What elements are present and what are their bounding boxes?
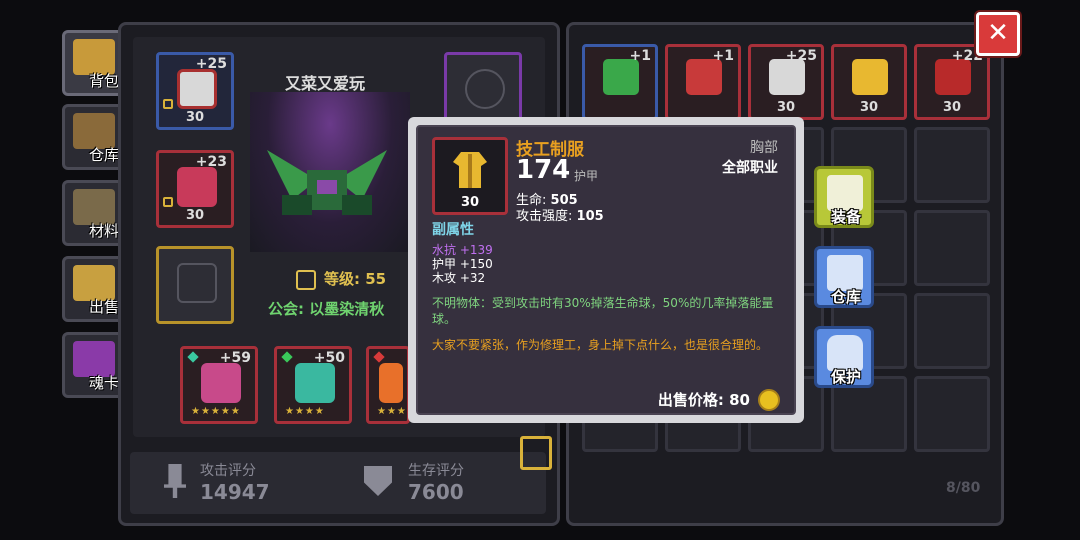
equip-slot-level: 30: [185, 110, 205, 125]
tab-material[interactable]: 材料: [62, 180, 126, 246]
item-tooltip: 30 技工制服 174 护甲 胸部 全部职业 生命: 505 攻击强度: 105…: [408, 117, 804, 423]
gem-icon: [373, 351, 385, 363]
inventory-slot-plus: +1: [629, 48, 651, 64]
inventory-slot[interactable]: 30: [831, 44, 907, 120]
survival-shield-icon: [364, 466, 392, 496]
equip-slot-level: 30: [185, 208, 205, 223]
warehouse-button-label: 仓库: [831, 288, 862, 306]
white-red-helmet-icon: [769, 59, 805, 95]
inventory-slot-plus: +25: [785, 48, 817, 64]
protect-button[interactable]: 保护: [814, 326, 874, 388]
gem-icon: [281, 351, 293, 363]
tab-warehouse[interactable]: 仓库: [62, 104, 126, 170]
inventory-slot-plus: +1: [712, 48, 734, 64]
survival-score-label: 生存评分: [408, 463, 464, 479]
yellow-uniform-icon: [852, 59, 888, 95]
attack-score-value: 14947: [200, 480, 270, 504]
item-tooltip-body: 30 技工制服 174 护甲 胸部 全部职业 生命: 505 攻击强度: 105…: [416, 125, 796, 415]
survival-score-value: 7600: [408, 480, 464, 504]
weapon-slot-1[interactable]: +59 ★★★★★: [180, 346, 258, 424]
protect-button-label: 保护: [831, 368, 862, 386]
inventory-slot[interactable]: [914, 127, 990, 203]
inventory-slot[interactable]: +1: [582, 44, 658, 120]
equip-button-label: 装备: [831, 208, 862, 226]
axe-icon: [201, 363, 241, 403]
weapon-stars: ★★★★★: [191, 406, 241, 417]
attack-score-label: 攻击评分: [200, 463, 256, 479]
tooltip-item-class: 全部职业: [722, 160, 778, 176]
inventory-slot[interactable]: +1: [665, 44, 741, 120]
skull-helmet-icon: [177, 69, 217, 109]
inventory-slot[interactable]: [914, 293, 990, 369]
green-sword-icon: [603, 59, 639, 95]
tooltip-sell-price: 出售价格: 80: [657, 391, 750, 409]
lock-icon: [163, 197, 173, 207]
player-level-text: 等级: 55: [324, 270, 387, 288]
tab-material-label: 材料: [88, 222, 119, 240]
inventory-slot[interactable]: [914, 376, 990, 452]
tooltip-item-box: 30: [432, 137, 508, 215]
weapon-slot-2[interactable]: +50 ★★★★: [274, 346, 352, 424]
tooltip-item-power: 174: [516, 155, 571, 185]
attack-sword-icon: [164, 464, 186, 498]
weapon-stars: ★★★: [377, 406, 407, 417]
red-cape-icon: [177, 167, 217, 207]
inventory-count: 8/80: [946, 480, 981, 496]
level-badge-icon: [296, 269, 316, 290]
tab-sell-label: 出售: [88, 298, 119, 316]
tab-sell[interactable]: 出售: [62, 256, 126, 322]
equip-slot-cape[interactable]: +23 30: [156, 150, 234, 228]
tab-soul-card-label: 魂卡: [88, 374, 119, 392]
stat-label: 攻击强度:: [516, 209, 573, 224]
tab-backpack[interactable]: 背包: [62, 30, 126, 96]
hero-sprite-icon: [267, 150, 387, 215]
inventory-slot-level: 30: [776, 100, 796, 115]
equip-slot-helmet[interactable]: +25 30: [156, 52, 234, 130]
tooltip-power-label: 护甲: [574, 169, 599, 183]
lock-icon: [163, 99, 173, 109]
empty-armor-slot-icon: [177, 263, 217, 303]
tab-warehouse-label: 仓库: [88, 146, 119, 164]
coin-icon: [758, 389, 780, 411]
red-necklace-icon: [935, 59, 971, 95]
tooltip-flavor: 大家不要紧张，作为修理工，身上掉下点什么，也是很合理的。: [432, 338, 769, 352]
tooltip-item-level: 30: [460, 195, 480, 210]
fire-weapon-icon: [379, 363, 403, 403]
warehouse-button[interactable]: 仓库: [814, 246, 874, 308]
tooltip-item-slot: 胸部: [750, 140, 778, 156]
inventory-slot-level: 30: [942, 100, 962, 115]
weapon-slot-3[interactable]: ★★★: [366, 346, 410, 424]
tab-soul-card[interactable]: 魂卡: [62, 332, 126, 398]
weapon-stars: ★★★★: [285, 406, 325, 417]
yellow-uniform-icon: [453, 152, 487, 188]
tab-backpack-label: 背包: [88, 72, 119, 90]
tooltip-effect: 不明物体：受到攻击时有30%掉落生命球，50%的几率掉落能量球。: [432, 296, 774, 326]
inventory-slot-level: 30: [859, 100, 879, 115]
close-button[interactable]: ✕: [976, 12, 1020, 56]
tooltip-sub-title: 副属性: [432, 222, 474, 238]
gem-icon: [187, 351, 199, 363]
empty-accessory-slot-icon: [465, 69, 505, 109]
game-screen: 背包 仓库 材料 出售 魂卡 +25 30 +23 30 又菜又爱玩 等级: 5…: [0, 0, 1080, 540]
tooltip-stat-attack: 攻击强度: 105: [516, 205, 604, 224]
equip-slot-armor-empty[interactable]: [156, 246, 234, 324]
stat-value: 105: [576, 209, 604, 224]
blade-icon: [295, 363, 335, 403]
inventory-slot[interactable]: [914, 210, 990, 286]
document-icon[interactable]: [520, 436, 552, 470]
score-bar: 攻击评分 14947 生存评分 7600: [130, 452, 546, 514]
player-name: 又菜又爱玩: [285, 74, 366, 93]
inventory-slot[interactable]: +25 30: [748, 44, 824, 120]
guild-name: 公会: 以墨染清秋: [268, 300, 385, 318]
tooltip-sub-stat: 木攻 +32: [432, 271, 486, 285]
player-level: 等级: 55: [296, 268, 386, 290]
red-sword-icon: [686, 59, 722, 95]
equip-button[interactable]: 装备: [814, 166, 874, 228]
